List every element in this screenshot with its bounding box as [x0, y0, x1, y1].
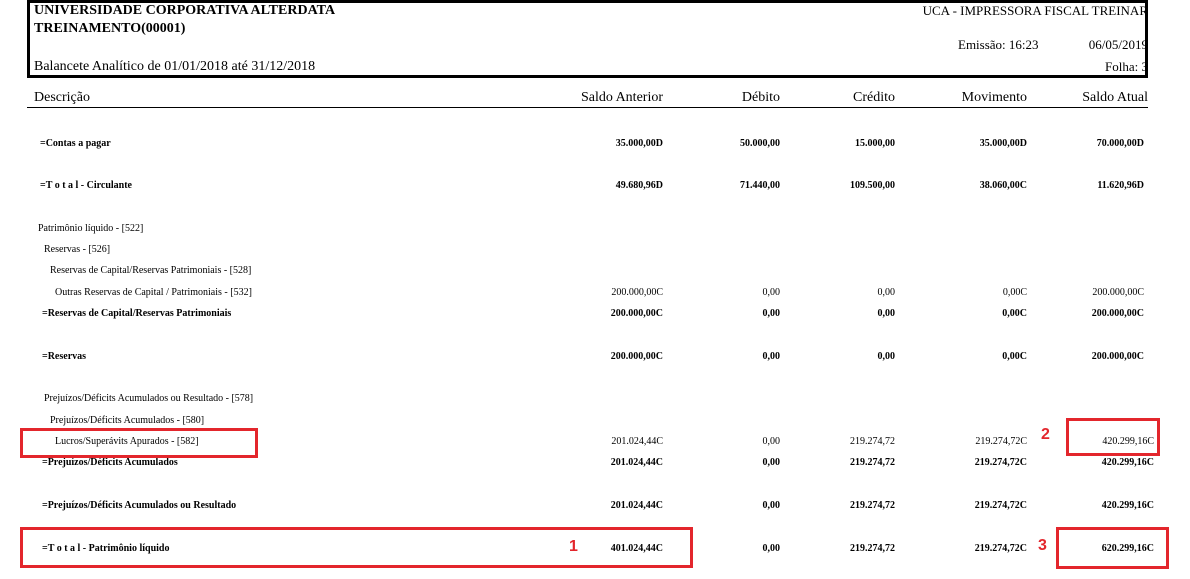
row-saldo-anterior: 201.024,44C — [610, 500, 663, 511]
row-credito: 219.274,72 — [850, 500, 895, 511]
row-description: Prejuízos/Déficits Acumulados - [580] — [50, 415, 205, 426]
row-saldo-anterior: 200.000,00C — [610, 308, 663, 319]
row-debito: 0,00 — [762, 457, 781, 468]
row-saldo-atual: 200.000,00C — [1091, 351, 1144, 362]
column-header-saldo-atual: Saldo Atual — [1082, 90, 1148, 105]
row-saldo-atual: 420.299,16C — [1101, 500, 1154, 511]
row-description: =Prejuízos/Déficits Acumulados ou Result… — [42, 500, 237, 511]
annotation-number-2: 2 — [1041, 426, 1050, 443]
row-description: =Reservas de Capital/Reservas Patrimonia… — [42, 308, 232, 319]
row-description: Reservas de Capital/Reservas Patrimoniai… — [50, 265, 252, 276]
row-debito: 0,00 — [762, 500, 781, 511]
row-saldo-anterior: 201.024,44C — [611, 436, 663, 447]
row-saldo-atual: 70.000,00D — [1096, 138, 1144, 149]
row-movimento: 38.060,00C — [979, 180, 1027, 191]
row-debito: 50.000,00 — [740, 138, 780, 149]
row-movimento: 35.000,00D — [979, 138, 1027, 149]
row-movimento: 219.274,72C — [974, 500, 1027, 511]
annotation-number-3: 3 — [1038, 537, 1047, 554]
column-header-credito: Crédito — [853, 90, 895, 105]
row-description: =Reservas — [42, 351, 87, 362]
column-header-debito: Débito — [741, 90, 780, 105]
highlight-box-total-patrimonio — [20, 527, 693, 568]
table-row: Prejuízos/Déficits Acumulados ou Resulta… — [0, 393, 1190, 409]
report-period: Balancete Analítico de 01/01/2018 até 31… — [34, 59, 316, 74]
row-debito: 0,00 — [762, 436, 781, 447]
row-credito: 219.274,72 — [850, 457, 895, 468]
department-name: TREINAMENTO(00001) — [34, 21, 186, 36]
highlight-box-total-saldo-atual — [1056, 527, 1169, 569]
table-row: =Contas a pagar 35.000,00D 50.000,00 15.… — [0, 138, 1190, 154]
table-row: =Prejuízos/Déficits Acumulados ou Result… — [0, 500, 1190, 516]
row-description: =Prejuízos/Déficits Acumulados — [42, 457, 178, 468]
row-saldo-atual: 200.000,00C — [1091, 308, 1144, 319]
column-header-saldo-anterior: Saldo Anterior — [580, 90, 663, 105]
row-saldo-anterior: 49.680,96D — [615, 180, 663, 191]
row-movimento: 219.274,72C — [974, 457, 1027, 468]
row-description: Reservas - [526] — [44, 244, 111, 255]
highlight-box-lucros-saldo-atual — [1066, 418, 1160, 456]
row-saldo-anterior: 35.000,00D — [615, 138, 663, 149]
page-number: Folha: 3 — [1105, 59, 1148, 74]
row-saldo-atual: 11.620,96D — [1097, 180, 1144, 191]
row-debito: 0,00 — [762, 351, 781, 362]
table-row: Reservas - [526] — [0, 244, 1190, 260]
row-movimento: 219.274,72C — [974, 543, 1027, 554]
table-row: =T o t a l - Circulante 49.680,96D 71.44… — [0, 180, 1190, 196]
row-debito: 71.440,00 — [740, 180, 780, 191]
row-description: Patrimônio líquido - [522] — [38, 223, 144, 234]
row-movimento: 0,00C — [1002, 287, 1027, 298]
header-divider — [27, 107, 1148, 108]
row-description: Prejuízos/Déficits Acumulados ou Resulta… — [44, 393, 254, 404]
row-debito: 0,00 — [762, 308, 781, 319]
row-movimento: 219.274,72C — [975, 436, 1027, 447]
company-name: UNIVERSIDADE CORPORATIVA ALTERDATA — [34, 3, 336, 18]
row-saldo-anterior: 200.000,00C — [611, 287, 663, 298]
emission-time: Emissão: 16:23 — [958, 37, 1039, 52]
row-debito: 0,00 — [762, 543, 781, 554]
row-credito: 15.000,00 — [855, 138, 895, 149]
row-credito: 0,00 — [877, 287, 896, 298]
table-row: Patrimônio líquido - [522] — [0, 223, 1190, 239]
annotation-number-1: 1 — [569, 538, 578, 555]
row-credito: 219.274,72 — [850, 436, 895, 447]
row-credito: 0,00 — [877, 308, 896, 319]
row-saldo-atual: 420.299,16C — [1101, 457, 1154, 468]
row-saldo-atual: 200.000,00C — [1092, 287, 1144, 298]
table-row: Reservas de Capital/Reservas Patrimoniai… — [0, 265, 1190, 281]
printer-name: UCA - IMPRESSORA FISCAL TREINAR — [922, 3, 1148, 18]
row-description: Outras Reservas de Capital / Patrimoniai… — [55, 287, 252, 298]
emission-date: 06/05/2019 — [1088, 37, 1148, 52]
row-credito: 0,00 — [877, 351, 896, 362]
highlight-box-lucros-label — [20, 428, 258, 458]
table-row: =Reservas de Capital/Reservas Patrimonia… — [0, 308, 1190, 324]
row-credito: 109.500,00 — [850, 180, 895, 191]
column-header-movimento: Movimento — [961, 90, 1027, 105]
row-movimento: 0,00C — [1002, 308, 1027, 319]
row-description: =T o t a l - Circulante — [40, 180, 132, 191]
table-row: =Prejuízos/Déficits Acumulados 201.024,4… — [0, 457, 1190, 473]
row-saldo-anterior: 201.024,44C — [610, 457, 663, 468]
row-debito: 0,00 — [762, 287, 781, 298]
table-row: Outras Reservas de Capital / Patrimoniai… — [0, 287, 1190, 303]
table-row: =Reservas 200.000,00C 0,00 0,00 0,00C 20… — [0, 351, 1190, 367]
column-header-description: Descrição — [34, 90, 90, 105]
row-saldo-anterior: 200.000,00C — [610, 351, 663, 362]
row-movimento: 0,00C — [1002, 351, 1027, 362]
row-credito: 219.274,72 — [850, 543, 895, 554]
row-description: =Contas a pagar — [40, 138, 111, 149]
